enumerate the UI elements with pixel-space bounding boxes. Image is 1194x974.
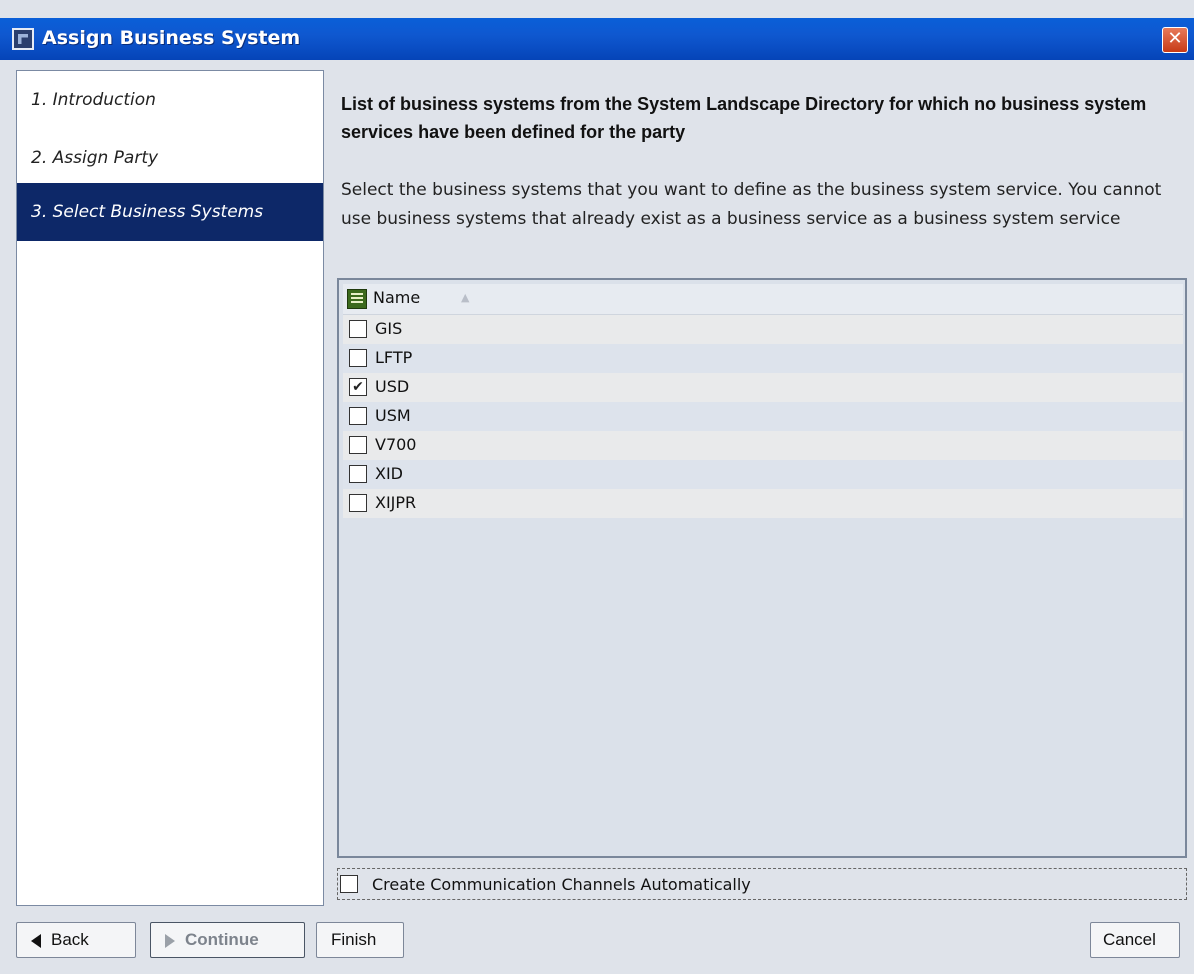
row-name: LFTP: [375, 348, 413, 367]
page-description: Select the business systems that you wan…: [341, 180, 1162, 229]
content-area: List of business systems from the System…: [325, 70, 1194, 906]
row-checkbox[interactable]: [349, 320, 367, 338]
back-button-label: Back: [51, 930, 89, 949]
page-heading: List of business systems from the System…: [341, 94, 1147, 142]
right-arrow-icon: [165, 933, 175, 948]
step-introduction[interactable]: 1. Introduction: [17, 71, 323, 129]
table-row[interactable]: V700: [343, 431, 1183, 460]
table-row[interactable]: XIJPR: [343, 489, 1183, 518]
back-button[interactable]: Back: [16, 922, 136, 958]
row-checkbox[interactable]: [349, 436, 367, 454]
business-systems-table: Name ▲ GIS LFTP ✔ USD USM V700 XID XIJPR: [337, 278, 1187, 858]
table-row[interactable]: GIS: [343, 315, 1183, 344]
wizard-steps-panel: 1. Introduction 2. Assign Party 3. Selec…: [16, 70, 324, 906]
table-header: Name ▲: [343, 284, 1183, 315]
column-header-name[interactable]: Name: [373, 288, 420, 307]
window-title: Assign Business System: [42, 27, 301, 49]
cancel-button[interactable]: Cancel: [1090, 922, 1180, 958]
button-bar: Back Continue Finish Cancel: [0, 912, 1194, 974]
row-name: USD: [375, 377, 410, 396]
row-checkbox[interactable]: [349, 494, 367, 512]
left-arrow-icon: [31, 933, 41, 948]
create-channels-label: Create Communication Channels Automatica…: [372, 875, 751, 894]
table-row[interactable]: LFTP: [343, 344, 1183, 373]
step-select-business-systems[interactable]: 3. Select Business Systems: [17, 183, 323, 241]
row-name: XID: [375, 464, 403, 483]
row-checkbox[interactable]: [349, 407, 367, 425]
create-channels-option[interactable]: Create Communication Channels Automatica…: [337, 868, 1187, 900]
step-assign-party[interactable]: 2. Assign Party: [17, 129, 323, 187]
close-button[interactable]: ✕: [1162, 27, 1188, 53]
continue-button[interactable]: Continue: [150, 922, 305, 958]
title-bar[interactable]: Assign Business System ✕: [0, 18, 1194, 60]
table-row[interactable]: XID: [343, 460, 1183, 489]
row-checkbox[interactable]: [349, 465, 367, 483]
row-checkbox[interactable]: ✔: [349, 378, 367, 396]
row-name: V700: [375, 435, 417, 454]
row-checkbox[interactable]: [349, 349, 367, 367]
sort-ascending-icon: ▲: [461, 291, 470, 304]
wizard-window: Assign Business System ✕ 1. Introduction…: [0, 0, 1194, 974]
wizard-icon: [12, 28, 34, 50]
create-channels-checkbox[interactable]: [340, 875, 358, 893]
table-row[interactable]: ✔ USD: [343, 373, 1183, 402]
column-chooser-icon[interactable]: [347, 289, 367, 309]
row-name: XIJPR: [375, 493, 417, 512]
continue-button-label: Continue: [185, 930, 259, 949]
table-row[interactable]: USM: [343, 402, 1183, 431]
row-name: GIS: [375, 319, 403, 338]
finish-button[interactable]: Finish: [316, 922, 404, 958]
row-name: USM: [375, 406, 411, 425]
